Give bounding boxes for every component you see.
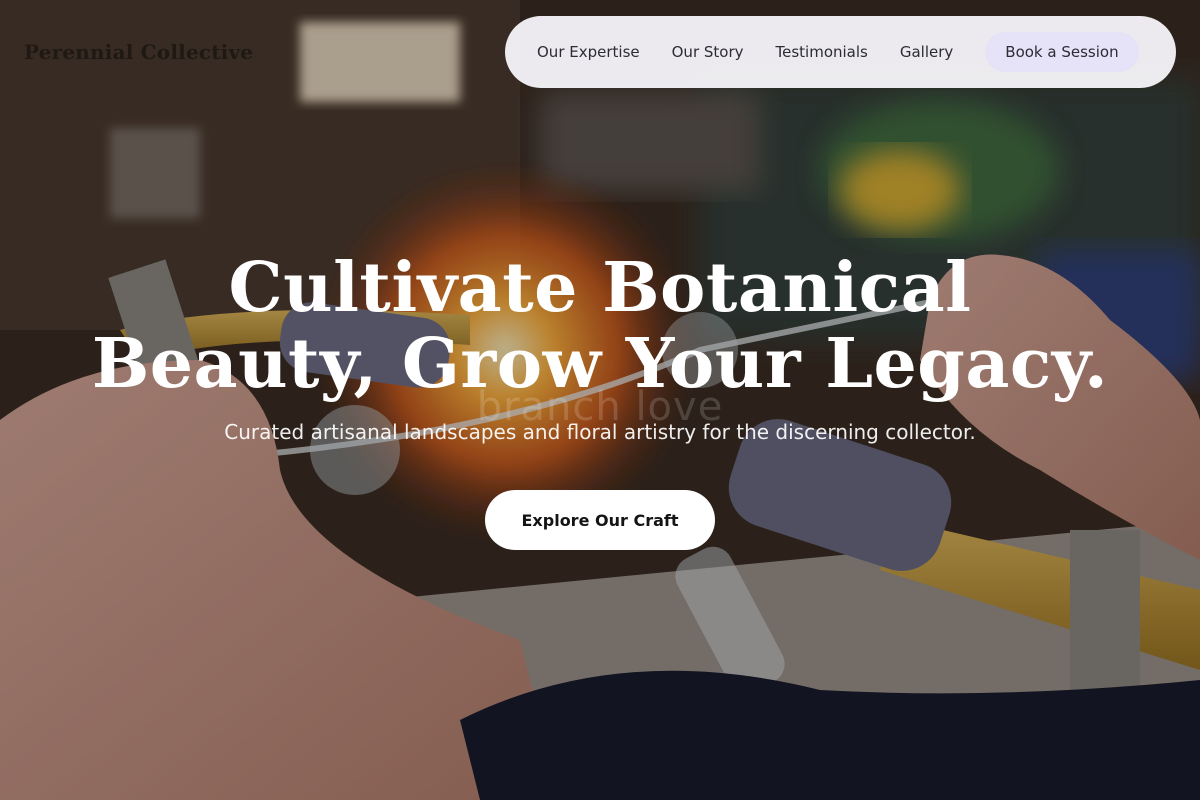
hero-subheadline: Curated artisanal landscapes and floral … bbox=[224, 420, 976, 444]
main-navigation: Our Expertise Our Story Testimonials Gal… bbox=[505, 16, 1176, 88]
nav-link-gallery[interactable]: Gallery bbox=[900, 43, 953, 61]
hero-section: Perennial Collective Our Expertise Our S… bbox=[0, 0, 1200, 800]
explore-craft-button[interactable]: Explore Our Craft bbox=[485, 490, 715, 550]
nav-link-our-expertise[interactable]: Our Expertise bbox=[537, 43, 640, 61]
book-session-button[interactable]: Book a Session bbox=[985, 32, 1139, 72]
hero-headline-line-2: Beauty, Grow Your Legacy. bbox=[91, 324, 1109, 404]
nav-link-our-story[interactable]: Our Story bbox=[672, 43, 744, 61]
hero-headline-line-1: Cultivate Botanical bbox=[228, 248, 972, 328]
nav-link-testimonials[interactable]: Testimonials bbox=[776, 43, 868, 61]
hero-headline: Cultivate Botanical Beauty, Grow Your Le… bbox=[0, 250, 1200, 402]
brand-logo[interactable]: Perennial Collective bbox=[24, 40, 253, 64]
